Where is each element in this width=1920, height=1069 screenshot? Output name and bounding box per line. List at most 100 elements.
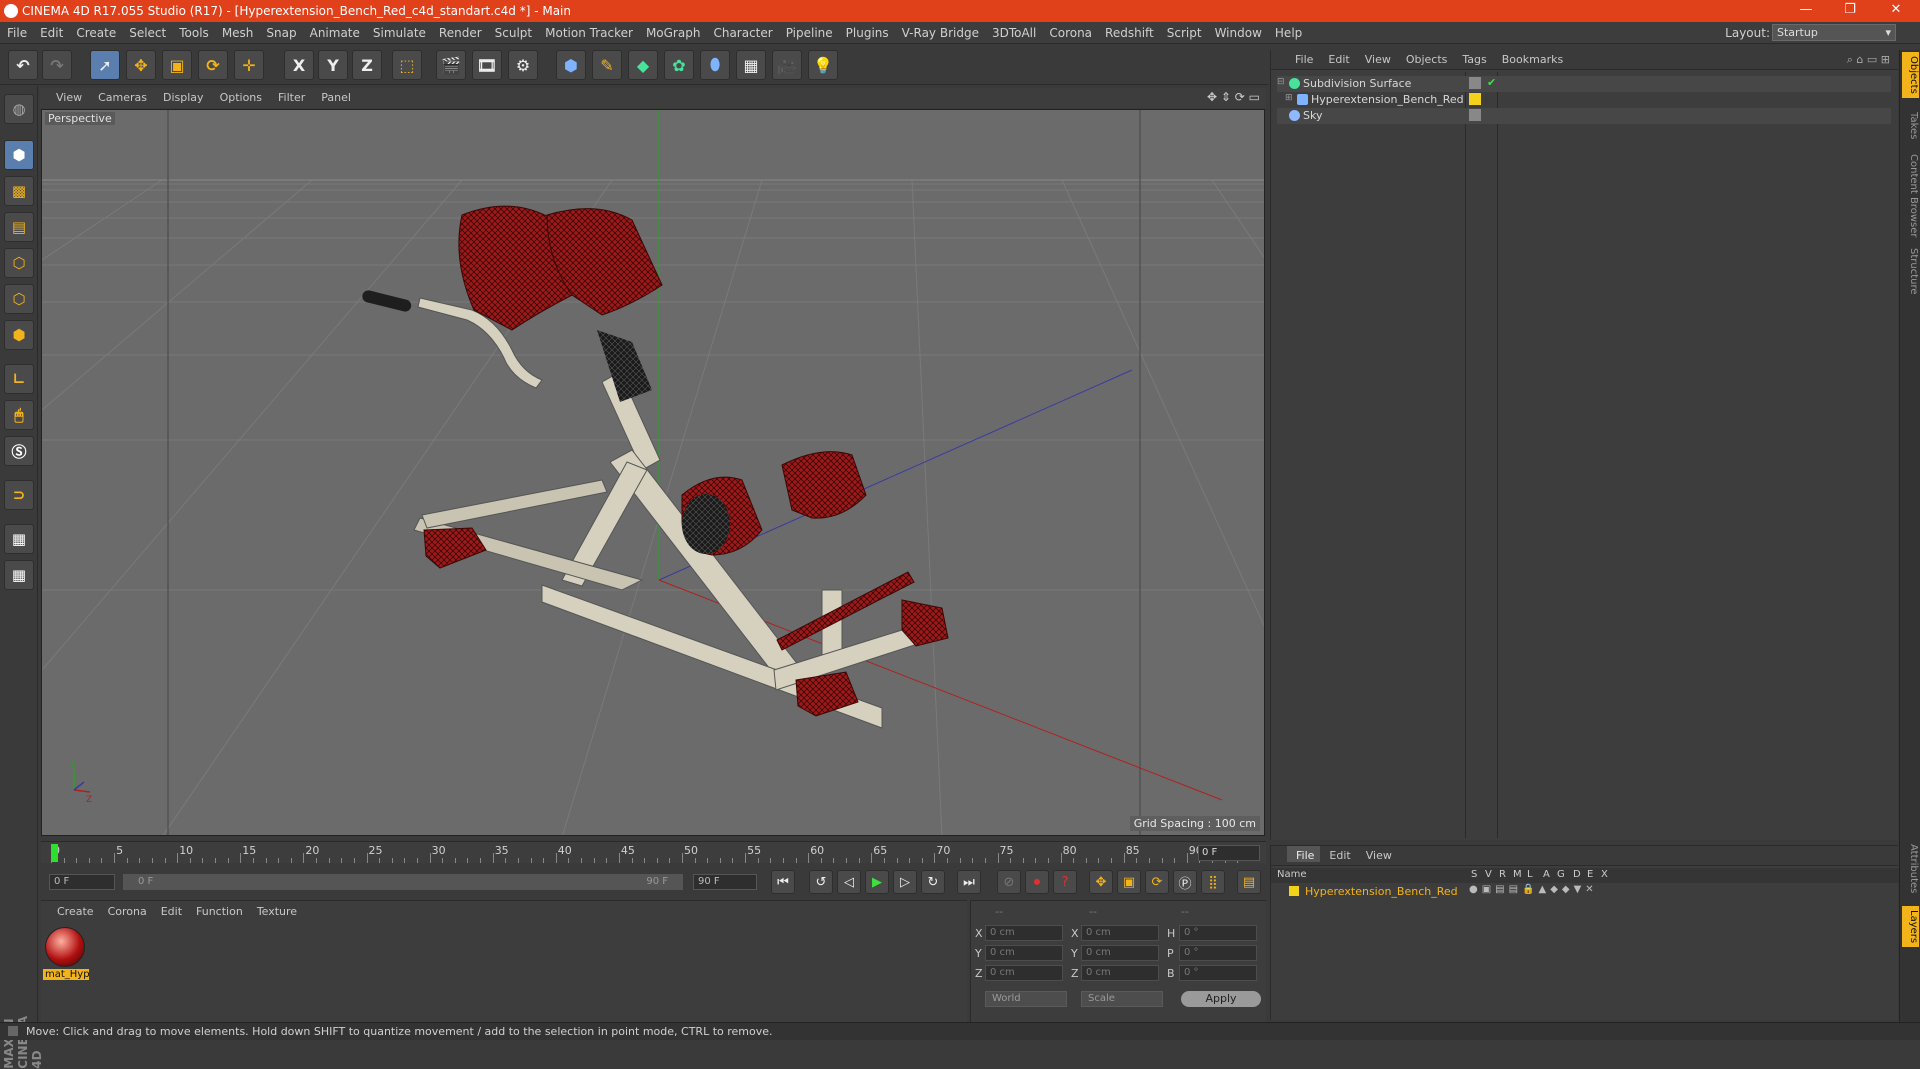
position-key-icon[interactable]: ✥ [1089,870,1113,894]
menu-tools[interactable]: Tools [172,22,215,40]
maximize-button[interactable]: ❐ [1830,2,1870,20]
recent-tool-icon[interactable]: ✛ [234,50,264,80]
side-tab-structure[interactable]: Structure [1902,244,1919,299]
enabled-check-icon[interactable]: ✔ [1487,76,1496,89]
playhead[interactable] [51,844,58,862]
perspective-viewport[interactable]: Y Z Perspective Grid Spacing : 100 cm [41,109,1265,836]
viewport-menu-cameras[interactable]: Cameras [89,88,154,104]
polygons-mode-icon[interactable]: ⬢ [4,320,34,350]
close-button[interactable]: ✕ [1876,2,1916,20]
menu-snap[interactable]: Snap [259,22,302,40]
cloner-icon[interactable]: ✿ [664,50,694,80]
side-tab-attributes[interactable]: Attributes [1902,840,1919,897]
menu-file[interactable]: File [0,22,33,40]
model-mode-icon[interactable]: ⬢ [4,140,34,170]
viewport-camera-label[interactable]: Perspective [45,112,115,125]
step-back-icon[interactable]: ◁ [837,870,861,894]
planar-workplane-icon[interactable]: ▦ [4,560,34,590]
coord-size-mode-select[interactable]: Scale [1081,991,1163,1007]
menu-pipeline[interactable]: Pipeline [779,22,839,40]
timeline-ruler[interactable]: 051015202530354045505560657075808590 0 F [41,841,1266,863]
y-axis-lock-icon[interactable]: Y [318,50,348,80]
object-row-hyperextension-bench[interactable]: ⊞ Hyperextension_Bench_Red [1277,92,1891,108]
light-icon[interactable]: 💡 [808,50,838,80]
go-to-next-key-icon[interactable]: ↻ [921,870,945,894]
render-picture-viewer-icon[interactable]: 🎞 [472,50,502,80]
material-menu-corona[interactable]: Corona [100,901,153,918]
objects-menu-tags[interactable]: Tags [1453,50,1492,66]
step-forward-icon[interactable]: ▷ [893,870,917,894]
tweak-mode-icon[interactable]: 🖱 [4,400,34,430]
rotation-key-icon[interactable]: ⟳ [1145,870,1169,894]
objects-menu-edit[interactable]: Edit [1319,50,1355,66]
side-tab-takes[interactable]: Takes [1902,108,1919,143]
expand-toggle-icon[interactable]: ⊞ [1285,93,1293,103]
start-frame-field[interactable]: 0 F [49,874,115,890]
point-level-animation-icon[interactable]: ⣿ [1201,870,1225,894]
menu-create[interactable]: Create [69,22,122,40]
viewport-menu-filter[interactable]: Filter [269,88,312,104]
render-settings-icon[interactable]: ⚙ [508,50,538,80]
layers-menu-file[interactable]: File [1287,846,1321,862]
menu-corona[interactable]: Corona [1042,22,1098,40]
workplane-mode-icon[interactable]: ▤ [4,212,34,242]
object-row-subdivision-surface[interactable]: ⊟ Subdivision Surface ✔ [1277,76,1891,92]
texture-mode-icon[interactable]: ▩ [4,176,34,206]
coord-size-x-field[interactable]: 0 cm [1081,925,1159,941]
timeline-window-icon[interactable]: ▤ [1237,870,1261,894]
coordinate-system-icon[interactable]: ⬚ [392,50,422,80]
redo-icon[interactable]: ↷ [42,50,72,80]
menu-help[interactable]: Help [1268,22,1308,40]
expand-toggle-icon[interactable]: ⊟ [1277,77,1285,87]
parameter-key-icon[interactable]: Ⓟ [1173,870,1197,894]
keyframe-selection-icon[interactable]: ? [1053,870,1077,894]
material-menu-create[interactable]: Create [41,901,100,918]
object-manager-search-icon[interactable]: ⌕ ⌂ ▭ ⊞ [1847,53,1890,67]
live-selection-icon[interactable]: ➚ [90,50,120,80]
objects-menu-view[interactable]: View [1356,50,1397,66]
menu-plugins[interactable]: Plugins [839,22,895,40]
menu-simulate[interactable]: Simulate [366,22,432,40]
objects-menu-file[interactable]: File [1271,50,1319,66]
render-view-icon[interactable]: 🎬 [436,50,466,80]
rotate-tool-icon[interactable]: ⟳ [198,50,228,80]
layers-menu-view[interactable]: View [1357,846,1398,862]
frame-range-slider[interactable]: 0 F 90 F [123,874,683,890]
menu-mograph[interactable]: MoGraph [639,22,707,40]
layers-menu-edit[interactable]: Edit [1320,846,1356,862]
scale-tool-icon[interactable]: ▣ [162,50,192,80]
deformer-icon[interactable]: ⬮ [700,50,730,80]
layer-flag-icons[interactable]: ●▣▤▤🔒▲◆◆▼✕ [1469,884,1598,895]
current-frame-field[interactable]: 0 F [1198,845,1260,861]
scale-key-icon[interactable]: ▣ [1117,870,1141,894]
points-mode-icon[interactable]: ⬡ [4,248,34,278]
layout-select[interactable]: Startup [1772,24,1896,41]
end-frame-field[interactable]: 90 F [693,874,757,890]
spline-pen-icon[interactable]: ✎ [592,50,622,80]
coord-pos-x-field[interactable]: 0 cm [985,925,1063,941]
subdivision-surface-icon[interactable]: ◆ [628,50,658,80]
move-tool-icon[interactable]: ✥ [126,50,156,80]
minimize-button[interactable]: — [1786,2,1826,20]
go-to-end-icon[interactable]: ⏭ [957,870,981,894]
coord-size-y-field[interactable]: 0 cm [1081,945,1159,961]
record-keyframe-icon[interactable]: ⊘ [997,870,1021,894]
layer-tag-icon[interactable] [1469,109,1481,121]
menu-select[interactable]: Select [122,22,172,40]
menu-character[interactable]: Character [706,22,778,40]
menu-edit[interactable]: Edit [33,22,69,40]
coord-size-z-field[interactable]: 0 cm [1081,965,1159,981]
material-menu-edit[interactable]: Edit [153,901,188,918]
menu-motion-tracker[interactable]: Motion Tracker [538,22,639,40]
coord-pos-z-field[interactable]: 0 cm [985,965,1063,981]
side-tab-content-browser[interactable]: Content Browser [1902,150,1919,241]
viewport-menu-display[interactable]: Display [154,88,211,104]
material-menu-function[interactable]: Function [188,901,249,918]
viewport-menu-panel[interactable]: Panel [312,88,358,104]
magnet-icon[interactable]: ⊃ [4,480,34,510]
camera-icon[interactable]: 🎥 [772,50,802,80]
menu-animate[interactable]: Animate [303,22,366,40]
apply-button[interactable]: Apply [1181,991,1261,1007]
menu-mesh[interactable]: Mesh [215,22,260,40]
objects-menu-bookmarks[interactable]: Bookmarks [1493,50,1569,66]
